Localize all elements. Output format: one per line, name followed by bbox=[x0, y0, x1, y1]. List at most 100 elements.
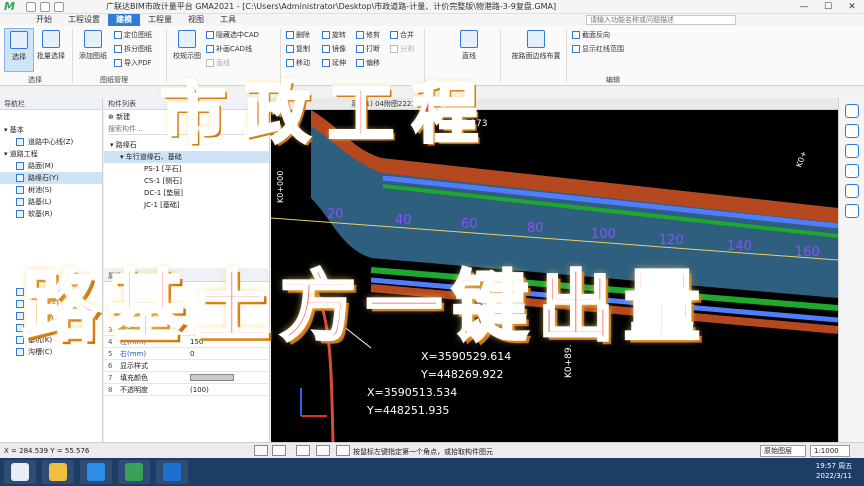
cursor-icon bbox=[10, 31, 28, 49]
pdf-icon bbox=[114, 58, 122, 67]
ribbon-separator bbox=[566, 29, 567, 83]
station-label: 160 bbox=[795, 245, 820, 260]
select-button[interactable]: 选择 bbox=[4, 28, 34, 72]
zoom-extent-icon[interactable] bbox=[844, 164, 859, 178]
rotate-button[interactable]: 旋转 bbox=[322, 29, 346, 40]
tab-view[interactable]: 视图 bbox=[180, 14, 212, 26]
station-label: 80 bbox=[527, 221, 544, 236]
add-drawing-button[interactable]: 添加图纸 bbox=[78, 28, 108, 72]
window-title: 广联达BIM市政计量平台 GMA2021 - [C:\Users\Adminis… bbox=[106, 2, 557, 11]
fullscreen-icon[interactable] bbox=[844, 184, 859, 198]
scale-dropdown[interactable]: 1:1000 bbox=[810, 445, 850, 457]
cube-icon[interactable] bbox=[844, 124, 859, 138]
tree-item-ps1[interactable]: PS-1 [平石] bbox=[104, 163, 269, 175]
close-snap-icon[interactable] bbox=[296, 445, 310, 456]
close-button[interactable]: ✕ bbox=[840, 0, 864, 14]
nav-item-tree-pit[interactable]: 树池(S) bbox=[0, 184, 102, 196]
property-row[interactable]: 7 填充颜色 bbox=[104, 372, 270, 384]
subgrade-icon bbox=[16, 198, 24, 206]
taskbar: 19:57 周五 2022/3/11 bbox=[0, 458, 864, 486]
checkbox-icon bbox=[572, 44, 580, 53]
add-drawing-icon bbox=[84, 30, 102, 48]
centerline-icon bbox=[16, 138, 24, 146]
view-3d-icon[interactable] bbox=[844, 104, 859, 118]
layer-dropdown[interactable]: 原始图层 bbox=[760, 445, 806, 457]
station-label: 40 bbox=[395, 213, 412, 228]
batch-select-button[interactable]: 批量选择 bbox=[36, 28, 66, 72]
mirror-button[interactable]: 镜像 bbox=[322, 43, 346, 54]
station-label: 60 bbox=[461, 217, 478, 232]
tab-start[interactable]: 开始 bbox=[28, 14, 60, 26]
nav-section-basic[interactable]: ▾ 基本 bbox=[0, 124, 102, 136]
title-bar: M 广联达BIM市政计量平台 GMA2021 - [C:\Users\Admin… bbox=[0, 0, 864, 14]
mirror-icon bbox=[322, 44, 330, 53]
top-view-icon[interactable] bbox=[844, 144, 859, 158]
batch-select-icon bbox=[42, 30, 60, 48]
folder-icon bbox=[49, 463, 67, 481]
split-icon bbox=[114, 44, 122, 53]
function-search-input[interactable] bbox=[586, 15, 736, 25]
tree-item-jc1[interactable]: JC-1 [基础] bbox=[104, 199, 269, 211]
minimize-button[interactable]: — bbox=[792, 0, 816, 14]
section-reverse-button[interactable]: 截面反向 bbox=[572, 29, 610, 40]
trim-button[interactable]: 修剪 bbox=[356, 29, 380, 40]
import-pdf-button[interactable]: 导入PDF bbox=[114, 57, 152, 68]
hide-icon bbox=[206, 30, 214, 39]
app-icon bbox=[87, 463, 105, 481]
nav-section-road[interactable]: ▾ 道路工程 bbox=[0, 148, 102, 160]
nav-item-curb[interactable]: 路缘石(Y) bbox=[0, 172, 102, 184]
layout-by-edge-button[interactable]: 按路面边线布置 bbox=[506, 28, 566, 72]
property-row[interactable]: 8 不透明度 (100) bbox=[104, 384, 270, 396]
overlay-title: 市政工程 bbox=[159, 74, 496, 154]
taskbar-app[interactable] bbox=[118, 460, 150, 484]
split-line-icon bbox=[390, 44, 398, 53]
redo-icon[interactable] bbox=[54, 1, 64, 12]
nav-item-centerline[interactable]: 道路中心线(Z) bbox=[0, 136, 102, 148]
taskbar-app[interactable] bbox=[156, 460, 188, 484]
tree-item-dc1[interactable]: DC-1 [垫层] bbox=[104, 187, 269, 199]
ortho-toggle[interactable] bbox=[254, 445, 268, 456]
station-label: 100 bbox=[591, 227, 616, 242]
station-label: 20 bbox=[327, 207, 344, 222]
tree-item-cs1[interactable]: CS-1 [侧石] bbox=[104, 175, 269, 187]
overlay-subtitle: 路基土方一键出量 bbox=[21, 261, 710, 353]
copy-button[interactable]: 复制 bbox=[286, 43, 310, 54]
curb-icon bbox=[16, 174, 24, 182]
status-hint: 按鼠标左键指定第一个角点，或拾取构件图元 bbox=[353, 448, 493, 456]
draw-mode-icon[interactable] bbox=[336, 445, 350, 456]
fill-cad-line-button[interactable]: 补画CAD线 bbox=[206, 43, 252, 54]
nav-item-pavement[interactable]: 路面(M) bbox=[0, 160, 102, 172]
locate-drawing-button[interactable]: 定位图纸 bbox=[114, 29, 152, 40]
nav-item-subgrade[interactable]: 路基(L) bbox=[0, 196, 102, 208]
hide-cad-button[interactable]: 隐藏选中CAD bbox=[206, 29, 259, 40]
undo-icon[interactable] bbox=[40, 1, 50, 12]
station-start: K0+000 bbox=[276, 171, 285, 203]
status-bar: X = 284.539 Y = 55.576 按鼠标左键指定第一个角点，或拾取构… bbox=[0, 442, 864, 458]
save-icon[interactable] bbox=[26, 1, 36, 12]
merge-button[interactable]: 合并 bbox=[390, 29, 414, 40]
snap-options[interactable] bbox=[316, 445, 330, 456]
ribbon-separator bbox=[500, 29, 501, 83]
break-button[interactable]: 打断 bbox=[356, 43, 380, 54]
tab-project-settings[interactable]: 工程设置 bbox=[60, 14, 108, 26]
system-clock[interactable]: 19:57 周五 2022/3/11 bbox=[806, 461, 862, 481]
tab-modeling[interactable]: 建模 bbox=[108, 14, 140, 26]
ribbon-separator bbox=[72, 29, 73, 83]
split-drawing-button[interactable]: 拆分图纸 bbox=[114, 43, 152, 54]
show-red-line-checkbox[interactable]: 显示红线范围 bbox=[572, 43, 624, 54]
delete-button[interactable]: 删除 bbox=[286, 29, 310, 40]
taskbar-app[interactable] bbox=[42, 460, 74, 484]
snap-toggle[interactable] bbox=[272, 445, 286, 456]
pan-icon[interactable] bbox=[844, 204, 859, 218]
tab-tools[interactable]: 工具 bbox=[212, 14, 244, 26]
windows-icon bbox=[11, 463, 29, 481]
fill-color-swatch[interactable] bbox=[190, 374, 234, 381]
reverse-icon bbox=[572, 30, 580, 39]
maximize-button[interactable]: ☐ bbox=[816, 0, 840, 14]
tab-quantities[interactable]: 工程量 bbox=[140, 14, 180, 26]
property-row[interactable]: 6 显示样式 bbox=[104, 360, 270, 372]
taskbar-app[interactable] bbox=[80, 460, 112, 484]
nav-item-soft-base[interactable]: 软基(R) bbox=[0, 208, 102, 220]
coordinate-x-2: X=3590513.534 bbox=[367, 386, 457, 399]
start-button[interactable] bbox=[4, 460, 36, 484]
